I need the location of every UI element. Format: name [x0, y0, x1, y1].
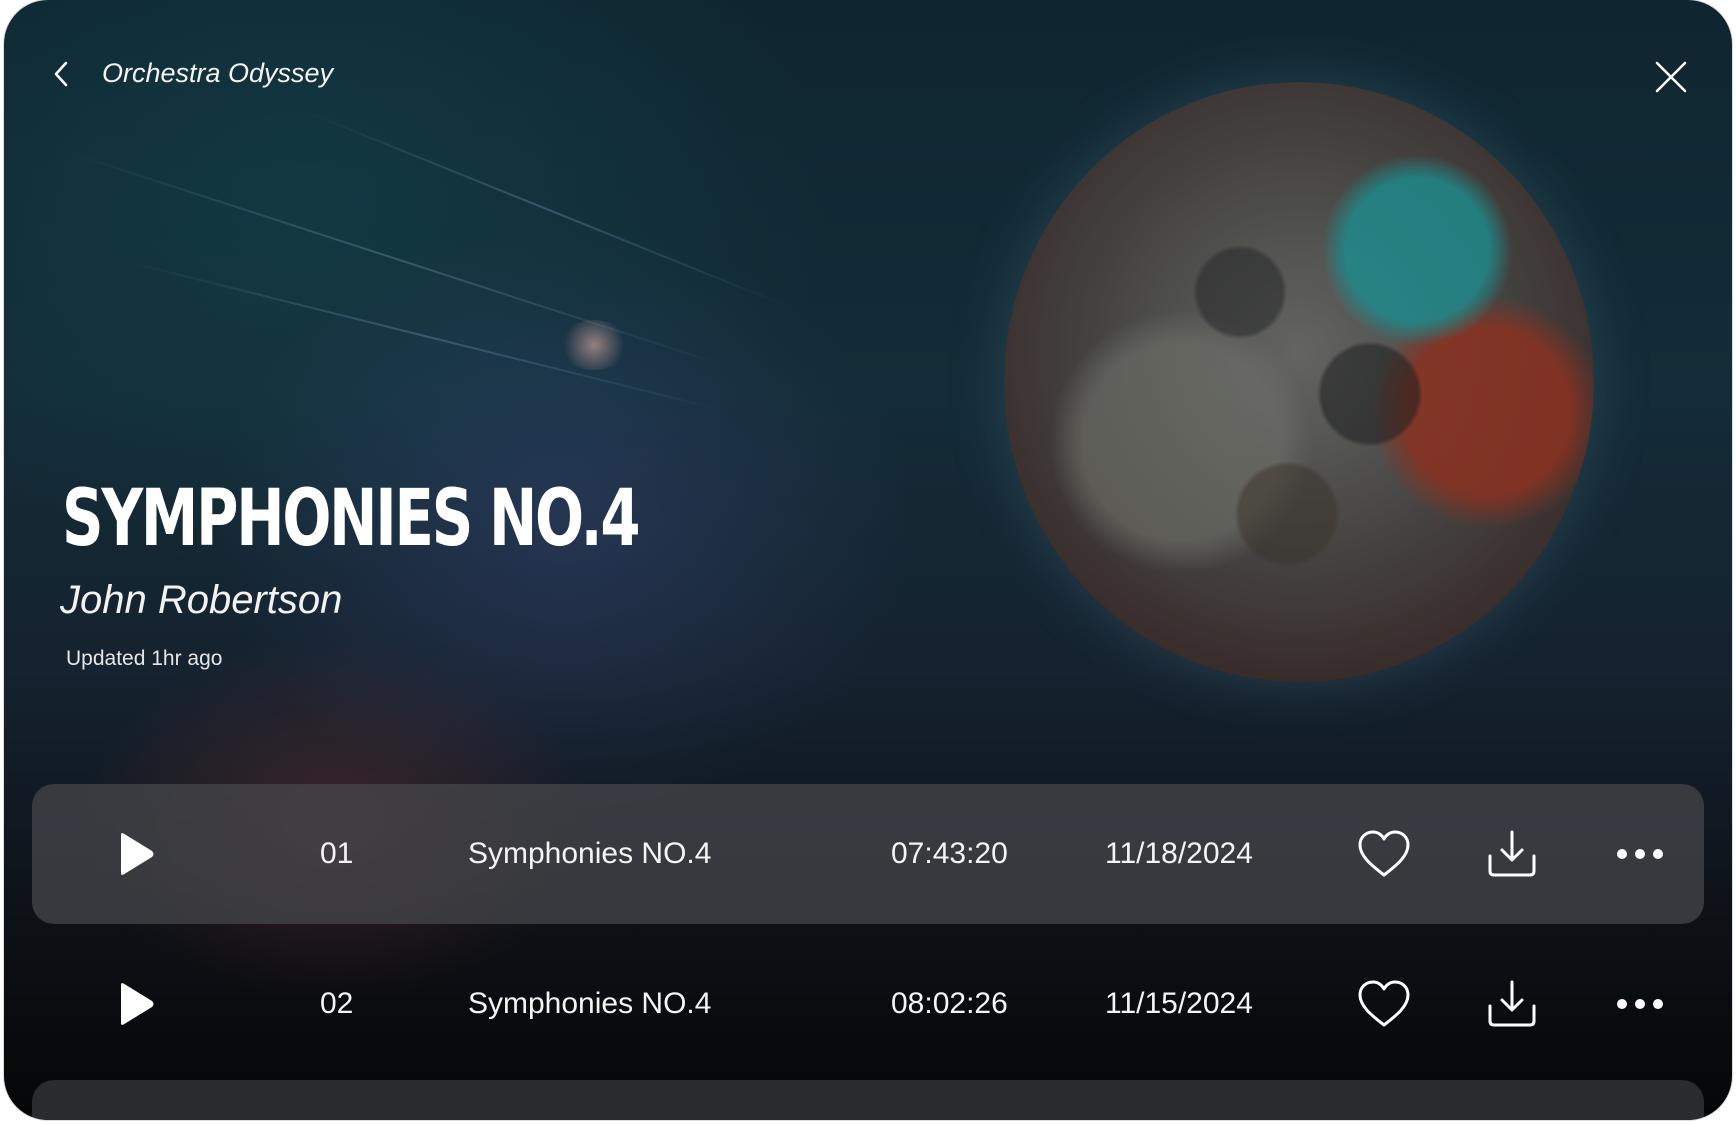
chevron-left-icon [54, 61, 68, 87]
download-button[interactable] [1484, 784, 1540, 924]
close-icon [1655, 61, 1687, 93]
track-number: 02 [320, 987, 354, 1020]
more-options-button[interactable] [1612, 934, 1668, 1074]
artist-name[interactable]: John Robertson [60, 578, 841, 623]
play-button[interactable] [112, 784, 160, 924]
track-title[interactable]: Symphonies NO.4 [468, 784, 711, 924]
download-icon [1488, 830, 1536, 877]
heart-icon [1358, 980, 1410, 1027]
track-duration: 07:43:20 [891, 837, 1008, 870]
favorite-button[interactable] [1356, 784, 1412, 924]
more-options-button[interactable] [1612, 784, 1668, 924]
track-number: 01 [320, 837, 354, 870]
download-button[interactable] [1484, 934, 1540, 1074]
more-horizontal-icon [1617, 999, 1663, 1009]
play-icon [121, 983, 154, 1025]
download-icon [1488, 980, 1536, 1027]
track-date: 11/18/2024 [1105, 837, 1253, 870]
track-row[interactable]: 01 Symphonies NO.4 07:43:20 11/18/2024 [32, 784, 1704, 924]
light-streak [123, 260, 726, 412]
album-header: SYMPHONIES NO.4 John Robertson Updated 1… [60, 480, 841, 671]
track-title[interactable]: Symphonies NO.4 [468, 934, 711, 1074]
track-duration: 08:02:26 [891, 987, 1008, 1020]
track-row[interactable]: 02 Symphonies NO.4 08:02:26 11/15/2024 [32, 934, 1704, 1074]
back-button[interactable] [44, 56, 80, 92]
favorite-button[interactable] [1356, 934, 1412, 1074]
play-button[interactable] [112, 934, 160, 1074]
heart-icon [1358, 830, 1410, 877]
track-date: 11/15/2024 [1105, 987, 1253, 1020]
track-list: 01 Symphonies NO.4 07:43:20 11/18/2024 0… [32, 784, 1704, 1084]
app-title: Orchestra Odyssey [102, 58, 334, 88]
top-bar: Orchestra Odyssey [4, 0, 1732, 150]
album-title: SYMPHONIES NO.4 [62, 474, 640, 564]
track-row-partial[interactable] [32, 1080, 1704, 1120]
planet-image [1004, 82, 1594, 682]
distant-star [559, 320, 629, 370]
more-horizontal-icon [1617, 849, 1663, 859]
light-streak [63, 150, 731, 369]
close-button[interactable] [1650, 56, 1692, 98]
player-window: Orchestra Odyssey SYMPHONIES NO.4 John R… [4, 0, 1732, 1120]
play-icon [121, 833, 154, 875]
updated-timestamp: Updated 1hr ago [66, 647, 223, 670]
